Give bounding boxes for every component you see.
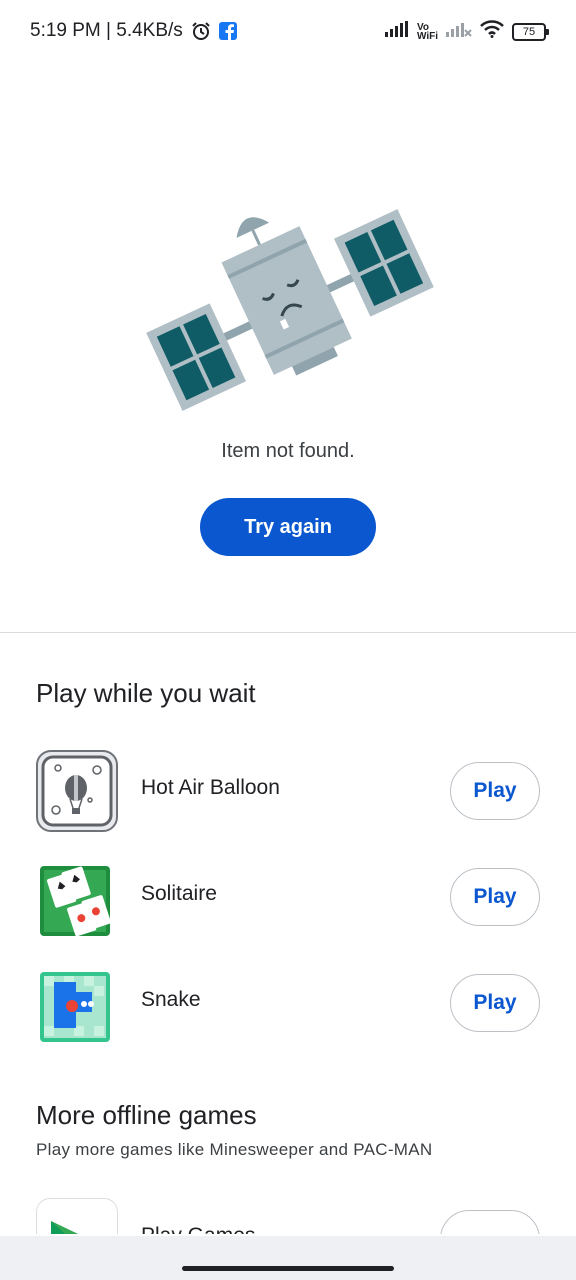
hot-air-balloon-icon <box>36 750 118 832</box>
game-row-snake[interactable]: Snake Play <box>0 958 576 1048</box>
alarm-icon <box>191 21 211 41</box>
section-divider <box>0 632 576 633</box>
wifi-icon <box>480 20 504 43</box>
signal-icon <box>384 21 409 42</box>
battery-icon: 75 <box>512 22 549 41</box>
games-section-title: Play while you wait <box>36 678 256 708</box>
more-games-subtitle: Play more games like Minesweeper and PAC… <box>36 1140 433 1159</box>
game-name: Snake <box>141 988 201 1011</box>
partial-item-button[interactable] <box>440 1210 540 1234</box>
error-message: Item not found. <box>221 440 355 462</box>
gesture-handle[interactable] <box>182 1266 394 1271</box>
navigation-bar <box>0 1236 576 1280</box>
status-right: Vo WiFi 75 <box>384 20 549 43</box>
game-name: Hot Air Balloon <box>141 776 280 799</box>
try-again-button[interactable]: Try again <box>200 498 376 556</box>
partial-list-item[interactable]: Play Games <box>0 1196 576 1234</box>
play-button-solitaire[interactable]: Play <box>450 868 540 926</box>
signal-off-icon <box>446 21 472 42</box>
snake-icon <box>36 962 118 1044</box>
status-left: 5:19 PM | 5.4KB/s <box>30 20 237 42</box>
partial-item-name: Play Games <box>141 1224 255 1234</box>
facebook-icon <box>218 22 237 40</box>
solitaire-icon <box>36 856 118 938</box>
vowifi-icon: Vo WiFi <box>416 22 438 42</box>
satellite-illustration <box>140 200 440 420</box>
play-button-hot-air-balloon[interactable]: Play <box>450 762 540 820</box>
more-games-title: More offline games <box>36 1100 257 1130</box>
play-games-icon <box>36 1198 118 1234</box>
time-speed: 5:19 PM | 5.4KB/s <box>30 20 183 41</box>
status-bar: 5:19 PM | 5.4KB/s Vo WiFi 75 <box>0 0 576 64</box>
game-row-hot-air-balloon[interactable]: Hot Air Balloon Play <box>0 746 576 836</box>
play-button-snake[interactable]: Play <box>450 974 540 1032</box>
vowifi-bottom: WiFi <box>416 30 438 42</box>
game-name: Solitaire <box>141 882 217 905</box>
game-row-solitaire[interactable]: Solitaire Play <box>0 852 576 942</box>
